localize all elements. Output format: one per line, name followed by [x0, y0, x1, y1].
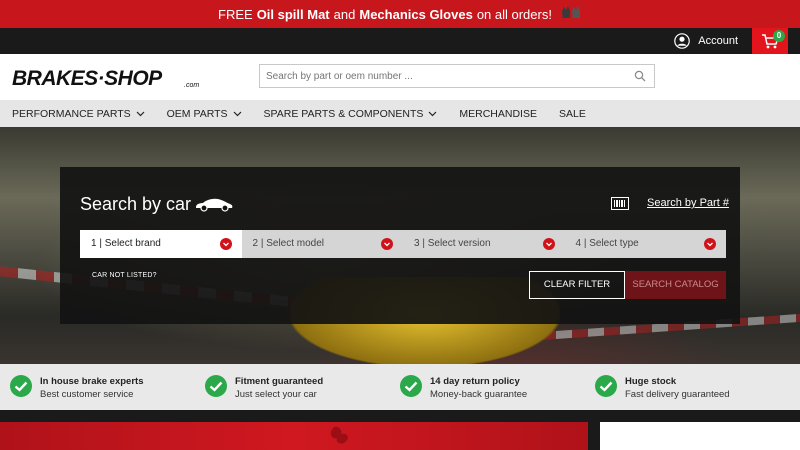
promo-item-gloves: Mechanics Gloves: [359, 6, 473, 22]
search-by-part-link[interactable]: Search by Part #: [647, 197, 729, 209]
check-circle-icon: [595, 375, 617, 397]
panel-title: Search by car: [80, 194, 192, 214]
promo-bar: FREE Oil spill Mat and Mechanics Gloves …: [0, 0, 800, 28]
usp-subtitle: Money-back guarantee: [430, 389, 528, 400]
select-label: 3 | Select version: [414, 238, 491, 249]
account-link[interactable]: Account: [674, 32, 738, 50]
usp-subtitle: Fast delivery guaranteed: [625, 389, 730, 400]
select-version[interactable]: 3 | Select version: [403, 230, 565, 258]
usp-item: Fitment guaranteed Just select your car: [195, 364, 390, 410]
dropdown-icon: [542, 238, 555, 250]
logo-text: BRAKES·SHOP: [12, 67, 163, 90]
chevron-down-icon: [233, 111, 241, 116]
part-search-input[interactable]: [260, 65, 620, 87]
barcode-icon[interactable]: [611, 197, 629, 210]
cart-button[interactable]: 0: [752, 28, 788, 54]
select-label: 2 | Select model: [252, 238, 325, 249]
nav-item-label: PERFORMANCE PARTS: [12, 107, 131, 120]
clear-filter-button[interactable]: CLEAR FILTER: [529, 271, 625, 299]
user-icon: [674, 33, 691, 49]
side-panel: [600, 422, 800, 450]
search-by-car-panel: Search by car Search by Part # 1 | Selec…: [60, 167, 740, 324]
nav-item-sale[interactable]: SALE: [548, 108, 597, 120]
usp-item: Huge stock Fast delivery guaranteed: [585, 364, 780, 410]
chevron-down-icon: [136, 111, 145, 116]
logo-suffix: .com: [184, 82, 199, 89]
usp-item: In house brake experts Best customer ser…: [0, 364, 195, 410]
usp-title: In house brake experts: [40, 376, 144, 387]
part-search-box: [259, 64, 655, 88]
promo-banner[interactable]: [0, 422, 588, 450]
promo-suffix: on all orders!: [476, 6, 552, 22]
car-selector-row: 1 | Select brand 2 | Select model 3 | Se…: [80, 230, 726, 258]
select-label: 4 | Select type: [575, 238, 639, 249]
dropdown-icon: [381, 238, 393, 250]
gloves-icon: [561, 6, 580, 21]
nav-item-label: SALE: [558, 107, 586, 120]
promo-item-oil-mat: Oil spill Mat: [256, 6, 330, 22]
usp-title: 14 day return policy: [430, 376, 520, 387]
nav-item-oem-parts[interactable]: OEM PARTS: [156, 108, 253, 120]
usp-title: Fitment guaranteed: [235, 376, 324, 387]
usp-subtitle: Just select your car: [235, 389, 317, 400]
nav-item-merchandise[interactable]: MERCHANDISE: [448, 108, 548, 120]
search-catalog-button[interactable]: SEARCH CATALOG: [625, 271, 726, 299]
cart-count-badge: 0: [773, 30, 785, 42]
check-circle-icon: [10, 375, 32, 397]
brakes-shop-logo[interactable]: BRAKES·SHOP .com: [12, 66, 208, 90]
select-model[interactable]: 2 | Select model: [241, 230, 403, 258]
top-bar: Account 0: [0, 28, 800, 54]
select-brand[interactable]: 1 | Select brand: [80, 230, 242, 258]
usp-item: 14 day return policy Money-back guarante…: [390, 364, 585, 410]
usp-bar: In house brake experts Best customer ser…: [0, 364, 800, 410]
main-nav: PERFORMANCE PARTS OEM PARTS SPARE PARTS …: [0, 100, 800, 127]
usp-subtitle: Best customer service: [40, 389, 134, 400]
nav-item-spare-parts[interactable]: SPARE PARTS & COMPONENTS: [253, 108, 449, 120]
account-label: Account: [698, 35, 738, 47]
car-icon: [196, 198, 233, 212]
nav-item-performance-parts[interactable]: PERFORMANCE PARTS: [0, 108, 156, 120]
nav-item-label: SPARE PARTS & COMPONENTS: [263, 107, 424, 120]
select-label: 1 | Select brand: [91, 238, 161, 249]
promo-prefix: FREE: [218, 6, 253, 22]
chevron-down-icon: [428, 111, 437, 116]
nav-item-label: OEM PARTS: [166, 107, 228, 120]
dropdown-icon: [219, 238, 232, 250]
search-icon[interactable]: [634, 70, 646, 82]
select-type[interactable]: 4 | Select type: [564, 230, 726, 258]
car-not-listed-link[interactable]: CAR NOT LISTED?: [92, 272, 157, 279]
usp-title: Huge stock: [625, 376, 677, 387]
dropdown-icon: [704, 238, 716, 250]
check-circle-icon: [400, 375, 422, 397]
promo-and: and: [333, 6, 356, 22]
check-circle-icon: [205, 375, 227, 397]
paint-splatter-decoration: [330, 426, 348, 444]
nav-item-label: MERCHANDISE: [459, 107, 537, 120]
